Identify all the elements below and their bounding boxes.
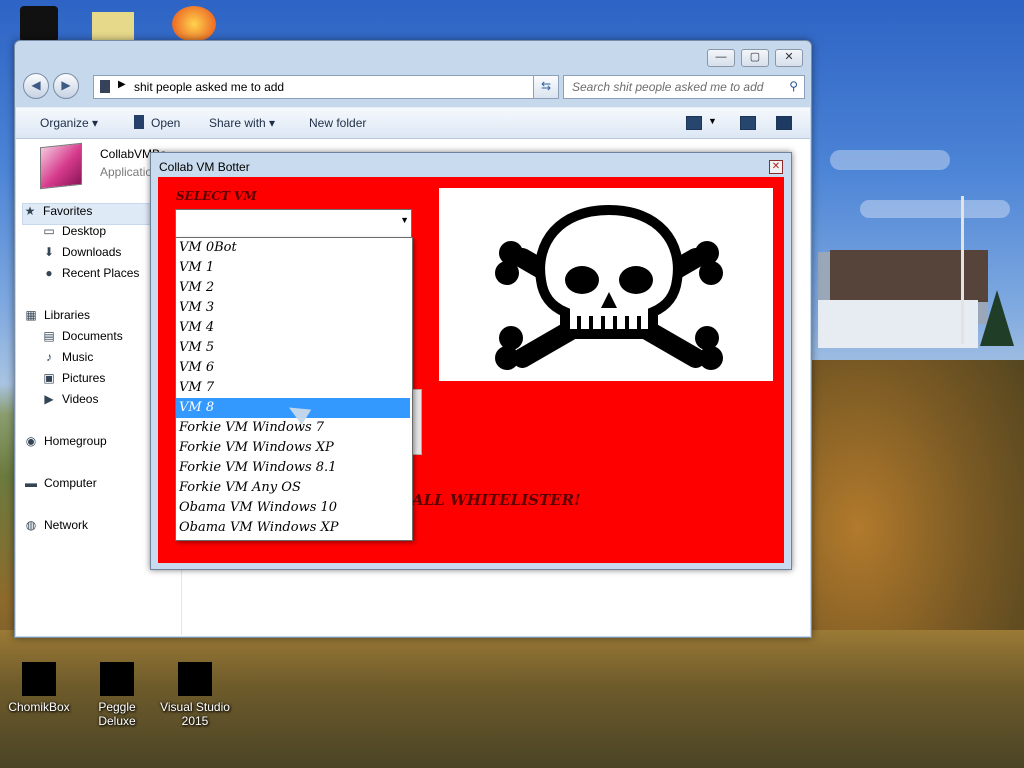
nav-label: Recent Places [62,266,140,280]
house-wall [818,300,978,348]
organize-button[interactable]: Organize ▾ [40,116,98,130]
desktop-icon-chomikbox[interactable]: ChomikBox [0,662,78,714]
videos-icon: ▶ [44,392,54,406]
nav-label: Network [44,518,89,532]
music-icon: ♪ [46,350,52,364]
vm-option[interactable]: VM 2 [176,278,410,298]
maximize-button[interactable]: ▢ [741,49,769,67]
preview-pane-icon[interactable] [740,116,756,130]
botter-close-button[interactable]: ✕ [769,160,783,174]
nav-label: Computer [44,476,97,490]
nav-label: Music [62,350,94,364]
cloud [830,150,950,170]
search-input[interactable] [570,79,779,95]
open-icon [134,115,144,129]
libraries-icon: ▦ [25,308,37,322]
address-text: shit people asked me to add [134,80,285,94]
cloud [860,200,1010,218]
forward-button[interactable]: ▶ [53,73,79,99]
nav-label: Downloads [62,245,122,259]
help-icon[interactable] [776,116,792,130]
desktop-icon-top-3[interactable] [172,6,216,42]
select-vm-label: SELECT VM [176,189,257,203]
flag-pole [961,196,964,344]
vm-option[interactable]: VM 7 [176,378,410,398]
pictures-icon: ▣ [43,371,55,385]
vm-option[interactable]: Obama VM Windows 10 [176,498,410,518]
refresh-button[interactable]: ⇆ [533,75,559,99]
breadcrumb-chevron-icon[interactable]: ▶ [118,79,126,90]
vm-option[interactable]: VM 0Bot [176,238,410,258]
nav-label: Homegroup [44,434,107,448]
documents-icon: ▤ [43,329,55,343]
vm-option[interactable]: Forkie VM Windows XP [176,438,410,458]
vm-select-combo[interactable]: ▼ [175,209,412,239]
computer-icon: ▬ [25,476,37,490]
desktop-icon-top-2[interactable] [92,12,134,42]
view-dropdown-icon[interactable]: ▼ [708,116,717,126]
vm-option[interactable]: VM 3 [176,298,410,318]
back-button[interactable]: ◀ [23,73,49,99]
file-type: Applicatio [100,165,153,179]
desktop-icon-label: ChomikBox [8,700,70,714]
share-with-button[interactable]: Share with ▾ [209,116,275,130]
house-roof [830,250,988,302]
folder-icon [100,80,110,93]
desktop-icon-visual-studio[interactable]: Visual Studio 2015 [156,662,234,728]
nav-label: Favorites [43,204,93,218]
vm-option[interactable]: Forkie VM Windows 8.1 [176,458,410,478]
peggle-icon [100,662,134,696]
skull-image [439,188,773,381]
visual-studio-icon [178,662,212,696]
nav-label: Desktop [62,224,107,238]
new-folder-button[interactable]: New folder [309,116,366,130]
desktop-icon-label: Peggle Deluxe [98,700,136,728]
vm-dropdown-list[interactable]: VM 0Bot VM 1 VM 2 VM 3 VM 4 VM 5 VM 6 VM 7 VM 8F… [175,237,413,541]
search-icon[interactable]: ⚲ [789,79,798,93]
search-box[interactable]: ⚲ [563,75,805,99]
open-button[interactable]: Open [151,116,180,130]
vm-option[interactable]: VM 4 [176,318,410,338]
skull-crossbones-icon [495,204,723,370]
recent-places-icon: ● [45,266,53,280]
dropdown-arrow-icon[interactable]: ▼ [400,215,409,225]
nav-label: Libraries [44,308,91,322]
vm-option[interactable]: Obama VM Windows XP [176,518,410,538]
vm-option[interactable]: VM 5 [176,338,410,358]
desktop-icon: ▭ [43,224,55,238]
nav-label: Videos [62,392,99,406]
network-icon: ◍ [25,518,37,532]
desktop-icon-top-1[interactable] [20,6,58,42]
homegroup-icon: ◉ [25,434,37,448]
botter-title: Collab VM Botter [159,160,250,174]
desktop-icon-label: Visual Studio 2015 [160,700,230,728]
downloads-icon: ⬇ [43,245,55,259]
chomikbox-icon [22,662,56,696]
nav-label: Documents [62,329,123,343]
hidden-control [412,389,422,455]
vm-option[interactable]: VM 6 [176,358,410,378]
nav-label: Pictures [62,371,106,385]
vm-option[interactable]: Forkie VM Any OS [176,478,410,498]
star-icon: ★ [24,204,36,218]
command-bar: Organize ▾ Open Share with ▾ New folder … [16,107,810,139]
vm-option[interactable]: Forkie VM Windows 7 [176,418,410,438]
change-view-icon[interactable] [686,116,702,130]
minimize-button[interactable]: — [707,49,735,67]
address-bar[interactable]: ▶ shit people asked me to add ▼ [93,75,548,99]
application-file-icon[interactable] [40,142,82,190]
close-button[interactable]: ✕ [775,49,803,67]
vm-option[interactable]: VM 1 [176,258,410,278]
desktop-icon-peggle[interactable]: Peggle Deluxe [78,662,156,728]
whitelister-text: ALL WHITELISTER! [412,491,581,509]
